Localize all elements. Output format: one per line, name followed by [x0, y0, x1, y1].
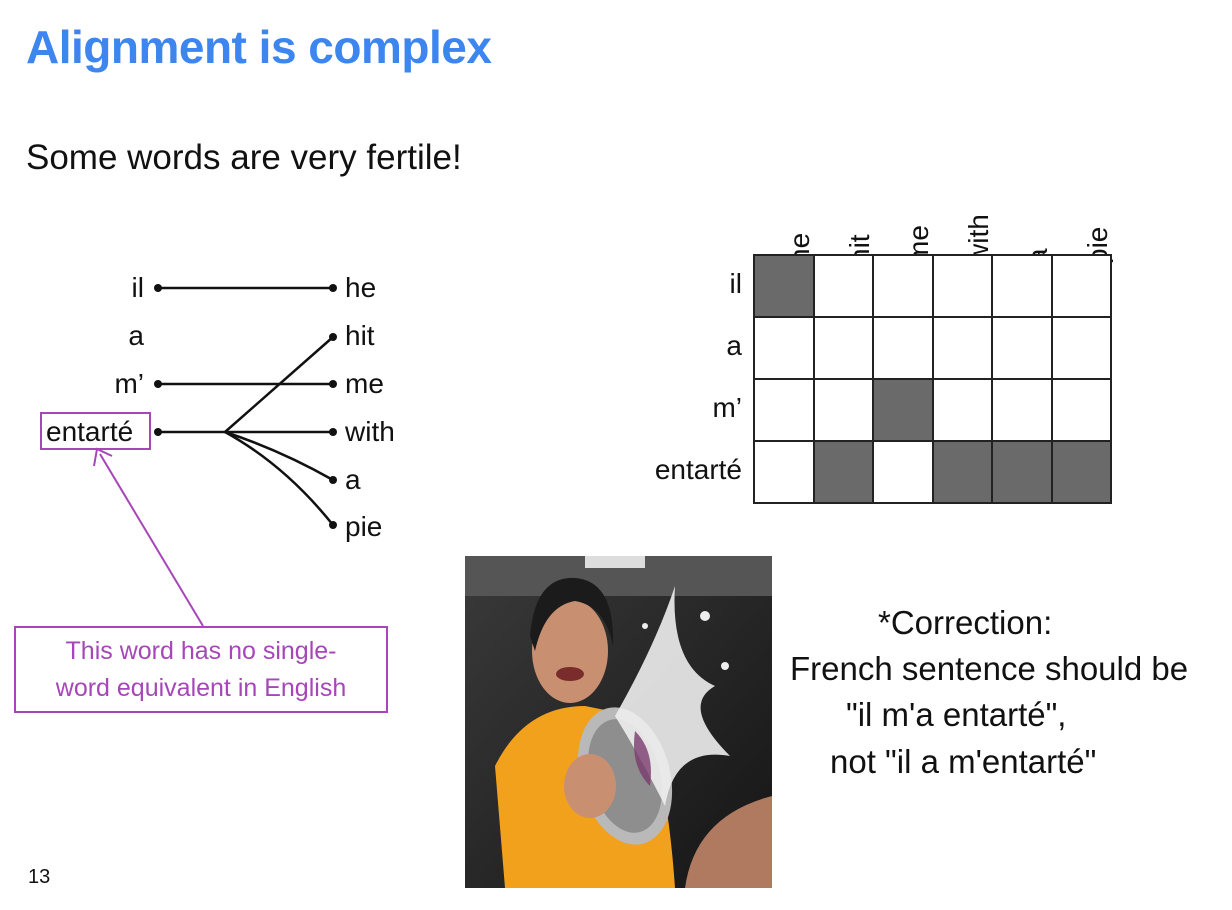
matrix-cell-m’-he — [755, 380, 815, 442]
correction-heading: *Correction: — [878, 604, 1053, 641]
matrix-cell-entarté-a — [993, 442, 1053, 504]
link-entarte-pie — [224, 430, 334, 526]
matrix-cell-il-with — [933, 256, 993, 318]
page-number: 13 — [28, 866, 51, 888]
matrix-cell-il-he — [755, 256, 815, 318]
matrix-row-label: il — [729, 268, 742, 299]
target-word: hit — [345, 320, 375, 351]
dot-tgt-a — [329, 476, 337, 484]
link-entarte-a — [224, 430, 334, 482]
correction-line: not "il a m'entarté" — [830, 742, 1097, 780]
matrix-cell-a-pie — [1052, 318, 1112, 380]
matrix-cell-il-hit — [814, 256, 874, 318]
matrix-row-label: m’ — [712, 392, 742, 423]
callout-line: word equivalent in English — [55, 673, 347, 702]
callout-box: This word has no single- word equivalent… — [14, 626, 388, 713]
matrix-cell-m’-me — [874, 380, 934, 442]
dot-src-il — [154, 284, 162, 292]
matrix-cell-entarté-with — [933, 442, 993, 504]
target-word: me — [345, 368, 384, 399]
dot-tgt-he — [329, 284, 337, 292]
person-pie-photo — [465, 556, 772, 888]
photo-illustration — [465, 556, 772, 888]
matrix-cell-entarté-me — [874, 442, 934, 504]
matrix-cell-a-a — [993, 318, 1053, 380]
alignment-matrix — [753, 254, 1112, 504]
matrix-cell-m’-hit — [814, 380, 874, 442]
dot-tgt-with — [329, 428, 337, 436]
target-word: a — [345, 464, 361, 495]
matrix-cell-il-me — [874, 256, 934, 318]
target-word: pie — [345, 511, 383, 542]
callout-arrow — [99, 453, 204, 627]
source-word: a — [128, 320, 144, 351]
matrix-cell-a-he — [755, 318, 815, 380]
matrix-cell-m’-pie — [1052, 380, 1112, 442]
matrix-cell-a-with — [933, 318, 993, 380]
dot-src-entarte — [154, 428, 162, 436]
matrix-cell-a-hit — [814, 318, 874, 380]
source-word-highlighted: entarté — [46, 416, 134, 447]
target-word: he — [345, 272, 377, 303]
correction-line: French sentence should be — [790, 650, 1189, 688]
matrix-cell-m’-a — [993, 380, 1053, 442]
matrix-row-label: a — [726, 330, 742, 361]
matrix-cell-a-me — [874, 318, 934, 380]
matrix-cell-m’-with — [933, 380, 993, 442]
matrix-cell-il-a — [993, 256, 1053, 318]
dot-tgt-hit — [329, 333, 337, 341]
matrix-cell-entarté-hit — [814, 442, 874, 504]
source-word: il — [131, 272, 144, 303]
correction-note: *Correction: French sentence should be "… — [790, 600, 1230, 785]
dot-tgt-me — [329, 380, 337, 388]
dot-tgt-pie — [329, 521, 337, 529]
target-word: with — [345, 416, 395, 447]
matrix-cell-entarté-pie — [1052, 442, 1112, 504]
matrix-cell-il-pie — [1052, 256, 1112, 318]
dot-src-m — [154, 380, 162, 388]
callout-line: This word has no single- — [65, 637, 337, 666]
correction-line: "il m'a entarté", — [846, 696, 1067, 734]
matrix-row-label: entarté — [654, 454, 742, 485]
matrix-cell-entarté-he — [755, 442, 815, 504]
source-word: m’ — [114, 368, 144, 399]
